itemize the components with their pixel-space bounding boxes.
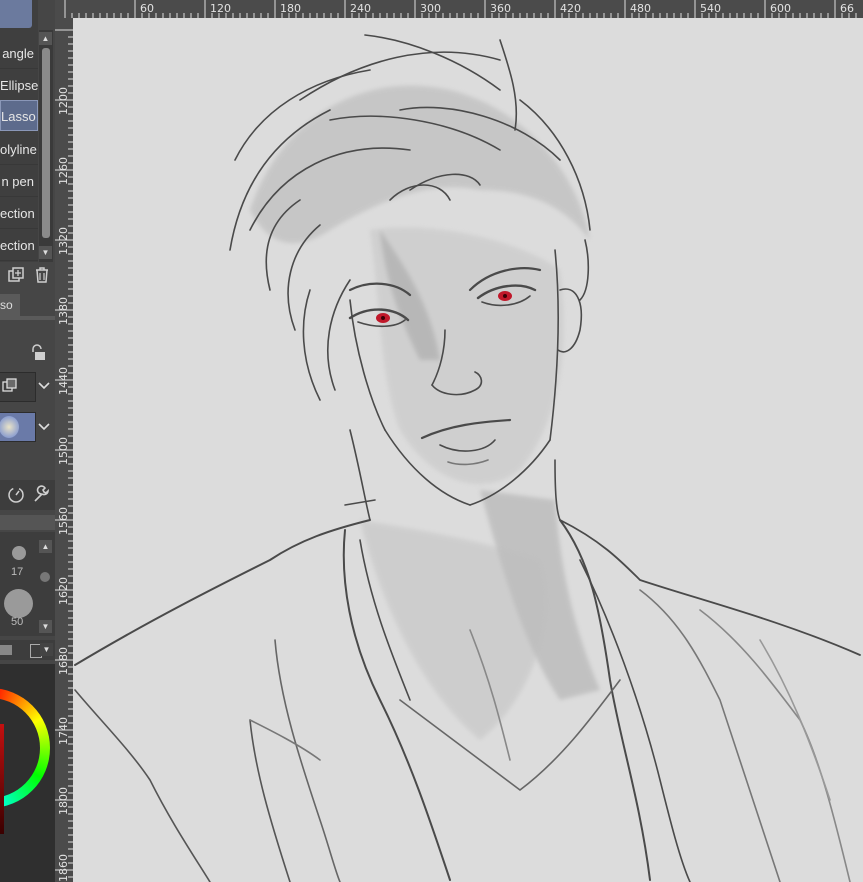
- horizontal-ruler: 60 120 180 240 300 360 420 480 540 600 6…: [55, 0, 863, 18]
- scroll-down-arrow[interactable]: ▼: [39, 246, 52, 259]
- brush-size-label-small: 17: [11, 566, 24, 578]
- ruler-v-label: 1500: [57, 437, 70, 465]
- scroll-thumb[interactable]: [42, 48, 50, 238]
- tool-property-tab[interactable]: so: [0, 294, 20, 316]
- chevron-down-icon-2[interactable]: [36, 419, 52, 435]
- brush-scroll-down[interactable]: ▼: [39, 620, 52, 633]
- tab-divider: [0, 316, 55, 320]
- brush-scroll-up[interactable]: ▲: [39, 540, 52, 553]
- ruler-v-label: 1740: [57, 717, 70, 745]
- color-panel-toolbar: ▼: [0, 640, 55, 660]
- tool-polyline[interactable]: olyline: [0, 134, 38, 165]
- color-panel-menu[interactable]: ▼: [40, 643, 53, 656]
- ruler-v-label: 1620: [57, 577, 70, 605]
- ruler-v-label: 1560: [57, 507, 70, 535]
- color-saturation-square[interactable]: [0, 724, 4, 834]
- horizontal-ruler-ticks: [64, 0, 857, 18]
- ruler-h-label: 60: [140, 2, 154, 15]
- drawing-canvas[interactable]: [73, 18, 863, 882]
- brush-size-dot-side[interactable]: [40, 572, 50, 582]
- ruler-v-label: 1260: [57, 157, 70, 185]
- left-panel: angle Ellipse Lasso olyline n pen ection…: [0, 0, 55, 882]
- ruler-h-label: 420: [560, 2, 581, 15]
- trash-icon[interactable]: [32, 265, 52, 285]
- tool-auto-selection[interactable]: ection: [0, 230, 38, 261]
- ruler-h-label: 180: [280, 2, 301, 15]
- ruler-v-label: 1200: [57, 87, 70, 115]
- ruler-h-label: 66: [840, 2, 854, 15]
- ruler-v-label: 1320: [57, 227, 70, 255]
- panel-header: [0, 515, 55, 530]
- tool-ellipse[interactable]: Ellipse: [0, 70, 38, 101]
- ruler-h-label: 360: [490, 2, 511, 15]
- tool-selection-pen[interactable]: n pen: [0, 166, 38, 197]
- tool-lasso[interactable]: Lasso: [0, 100, 38, 131]
- brush-size-dot-large[interactable]: [4, 589, 33, 618]
- brush-size-label-large: 50: [11, 616, 24, 628]
- ruler-h-label: 300: [420, 2, 441, 15]
- lock-icon[interactable]: [29, 344, 47, 362]
- dial-icon[interactable]: [6, 485, 26, 505]
- scroll-up-arrow[interactable]: ▲: [39, 32, 52, 45]
- brush-size-panel: 17 50 ▲ ▼: [0, 532, 55, 636]
- ruler-v-label: 1680: [57, 647, 70, 675]
- chevron-down-icon[interactable]: [36, 378, 52, 394]
- ruler-v-label: 1860: [57, 854, 70, 882]
- texture-dropdown[interactable]: [0, 412, 36, 442]
- sketch-artwork: [74, 34, 861, 882]
- ruler-h-label: 600: [770, 2, 791, 15]
- ruler-v-label: 1380: [57, 297, 70, 325]
- ruler-v-label: 1800: [57, 787, 70, 815]
- blend-mode-dropdown[interactable]: [0, 372, 36, 402]
- tool-rectangle[interactable]: angle: [0, 38, 38, 69]
- ruler-h-label: 240: [350, 2, 371, 15]
- vertical-ruler: 1200 1260 1320 1380 1440 1500 1560 1620 …: [55, 18, 73, 882]
- wrench-icon[interactable]: [31, 485, 51, 505]
- tool-list-scrollbar[interactable]: ▲ ▼: [39, 30, 53, 262]
- duplicate-icon[interactable]: [6, 265, 26, 285]
- ruler-h-label: 120: [210, 2, 231, 15]
- tool-shrink-selection[interactable]: ection: [0, 198, 38, 229]
- subtool-list: angle Ellipse Lasso olyline n pen ection…: [0, 0, 38, 262]
- ruler-h-label: 540: [700, 2, 721, 15]
- tool-header-swatch[interactable]: [0, 0, 32, 28]
- brush-size-dot-small[interactable]: [12, 546, 26, 560]
- ruler-h-label: 480: [630, 2, 651, 15]
- color-wheel-panel: [0, 664, 55, 882]
- color-mode-icon[interactable]: [0, 645, 12, 655]
- ruler-v-label: 1440: [57, 367, 70, 395]
